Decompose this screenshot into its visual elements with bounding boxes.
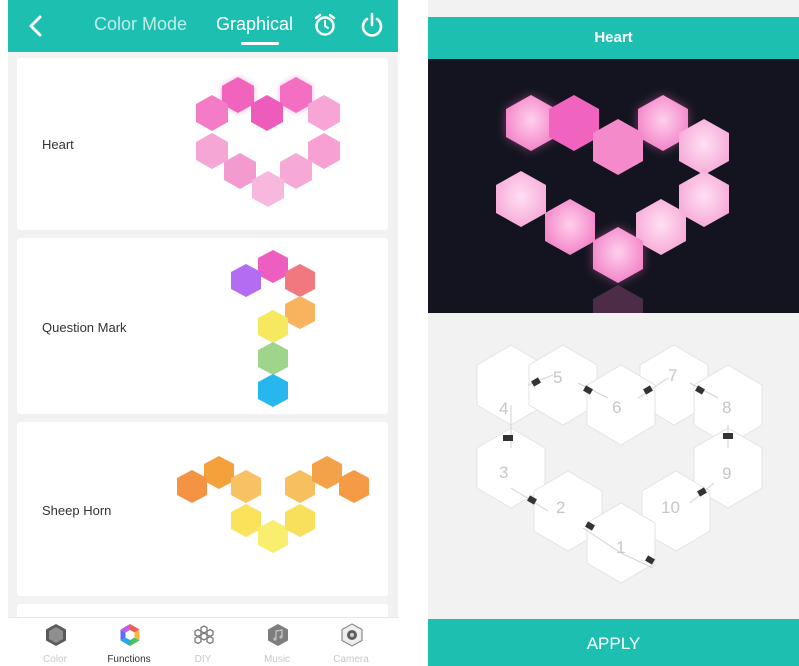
pattern-card-sheep-horn[interactable]: Sheep Horn <box>17 422 388 596</box>
back-arrow-icon[interactable] <box>22 12 50 40</box>
light-preview <box>428 59 799 313</box>
detail-title-bar: Heart <box>428 17 799 59</box>
power-icon[interactable] <box>358 11 386 39</box>
tab-color-mode[interactable]: Color Mode <box>94 14 187 35</box>
panel-number: 6 <box>612 398 621 417</box>
graphical-mode-screen: Color Mode Graphical Heart Question Mark… <box>8 0 398 666</box>
nav-item-functions[interactable]: Functions <box>94 618 164 666</box>
nav-label: Functions <box>107 654 151 665</box>
question-mark-pattern-image <box>231 250 315 407</box>
nav-item-diy[interactable]: DIY <box>168 618 238 666</box>
nav-item-color[interactable]: Color <box>20 618 90 666</box>
pattern-label: Question Mark <box>42 320 127 335</box>
nav-item-camera[interactable]: Camera <box>316 618 386 666</box>
music-icon <box>268 624 288 646</box>
functions-icon <box>120 624 140 646</box>
panel-number: 9 <box>722 464 731 483</box>
panel-number: 8 <box>722 398 731 417</box>
panel-number: 5 <box>553 368 562 387</box>
panel-number: 2 <box>556 498 565 517</box>
color-icon <box>46 624 66 646</box>
nav-label: Camera <box>333 654 369 665</box>
pattern-title: Heart <box>594 29 633 46</box>
panel-number: 4 <box>499 399 508 418</box>
alarm-clock-icon[interactable] <box>311 11 339 39</box>
panel-number: 10 <box>661 498 680 517</box>
panel-layout-diagram: 1 2 3 4 5 6 7 8 9 10 <box>428 313 799 619</box>
nav-label: Music <box>263 654 291 665</box>
pattern-label: Heart <box>42 137 74 152</box>
bottom-navigation: Color Functions DIY Music Camera <box>8 617 398 666</box>
heart-light-preview-image <box>496 95 729 313</box>
apply-button[interactable]: APPLY <box>428 619 799 666</box>
panel-number: 3 <box>499 463 508 482</box>
panel-layout-image: 1 2 3 4 5 6 7 8 9 10 <box>476 344 763 584</box>
pattern-label: Sheep Horn <box>42 503 112 518</box>
pattern-detail-screen: Heart 1 2 3 4 5 6 7 8 9 10 APPLY <box>428 0 799 666</box>
nav-item-music[interactable]: Music <box>242 618 312 666</box>
nav-label: DIY <box>194 654 212 665</box>
panel-number: 7 <box>668 366 677 385</box>
top-bar: Color Mode Graphical <box>8 0 398 52</box>
tab-graphical[interactable]: Graphical <box>216 14 293 35</box>
nav-label: Color <box>43 654 67 665</box>
panel-number: 1 <box>616 538 625 557</box>
active-tab-indicator <box>241 42 279 45</box>
diy-icon <box>194 625 214 645</box>
apply-label: APPLY <box>586 634 641 653</box>
pattern-card-heart[interactable]: Heart <box>17 58 388 230</box>
sheep-horn-pattern-image <box>177 456 369 553</box>
camera-icon <box>341 623 363 647</box>
pattern-card-question-mark[interactable]: Question Mark <box>17 238 388 414</box>
heart-pattern-image <box>196 77 340 207</box>
